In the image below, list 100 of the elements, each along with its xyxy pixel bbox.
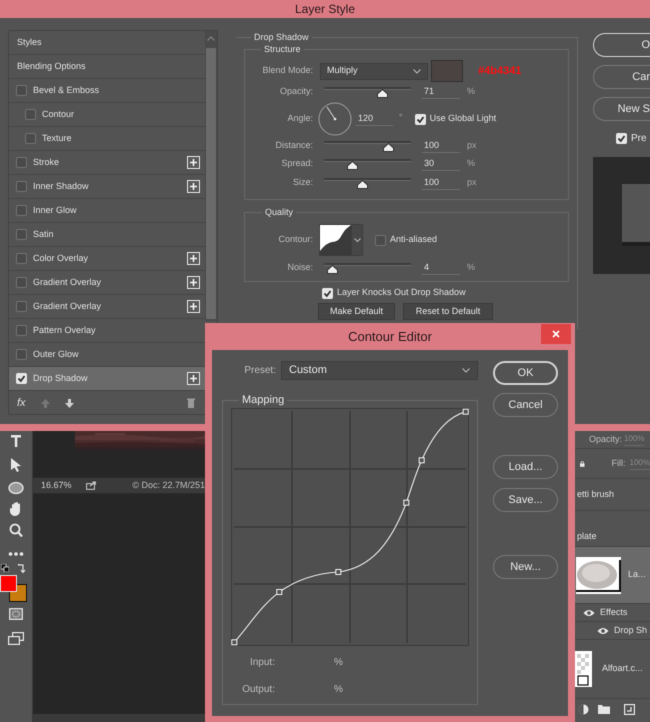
checkbox[interactable]: [16, 157, 27, 168]
checkbox[interactable]: [375, 234, 386, 246]
button[interactable]: Reset to Default: [403, 303, 493, 320]
layer-thumbnail: [575, 651, 592, 687]
style-label: Pattern Overlay: [33, 324, 96, 337]
style-item[interactable]: Drop Shadow: [9, 367, 206, 391]
folder-icon[interactable]: [598, 704, 610, 714]
checkbox[interactable]: [16, 325, 27, 336]
add-icon[interactable]: [187, 372, 200, 385]
style-label: Styles: [17, 36, 42, 49]
style-label: Stroke: [33, 156, 60, 169]
add-icon[interactable]: [187, 276, 200, 289]
dialog-button[interactable]: Load...: [493, 455, 558, 479]
slider[interactable]: [324, 85, 411, 99]
add-icon[interactable]: [187, 252, 200, 265]
slider[interactable]: [324, 139, 411, 153]
type-tool-icon[interactable]: [9, 434, 23, 448]
field-label: Size:: [292, 176, 313, 190]
dialog-button[interactable]: Cancel: [493, 393, 558, 417]
layer-name: plate: [577, 530, 597, 543]
dialog-button[interactable]: New S: [593, 97, 650, 121]
field-label: Spread:: [280, 157, 313, 170]
unit-label: °: [399, 111, 403, 124]
checkbox[interactable]: [16, 229, 27, 240]
slider[interactable]: [324, 157, 411, 171]
value-field[interactable]: 100: [422, 176, 460, 190]
checkbox[interactable]: [16, 181, 27, 192]
field-label: Blend Mode:: [261, 64, 313, 78]
unit-label: %: [467, 157, 476, 170]
adjustment-icon[interactable]: [578, 704, 589, 714]
add-icon[interactable]: [187, 300, 200, 313]
dialog-button[interactable]: New...: [493, 555, 558, 579]
close-icon[interactable]: [552, 330, 560, 338]
layer-row[interactable]: La...: [575, 547, 650, 604]
slider[interactable]: [324, 176, 411, 190]
checkbox[interactable]: [16, 253, 27, 264]
checkbox[interactable]: [16, 301, 27, 312]
shadow-color-swatch[interactable]: [431, 60, 463, 82]
default-colors-icon[interactable]: [0, 564, 8, 572]
value-field[interactable]: 71: [422, 85, 460, 99]
hand-icon[interactable]: [9, 501, 23, 517]
share-icon[interactable]: [86, 481, 96, 490]
new-layer-icon[interactable]: [624, 704, 635, 714]
screen-mode-icon[interactable]: [8, 632, 24, 645]
style-label: Bevel & Emboss: [33, 84, 100, 97]
field-label: Input:: [248, 656, 275, 670]
angle-dial[interactable]: [318, 102, 352, 136]
blend-mode-dropdown[interactable]: Multiply: [320, 62, 428, 80]
dialog-button[interactable]: Car: [593, 65, 650, 89]
dialog-button[interactable]: Save...: [493, 488, 558, 512]
unit-label: %: [334, 682, 343, 696]
style-label: Texture: [42, 132, 72, 145]
checkbox[interactable]: [16, 205, 27, 216]
checkbox-label: Anti-aliased: [390, 233, 438, 246]
checkbox-label: Use Global Light: [430, 112, 496, 126]
fx-button[interactable]: fx: [17, 394, 26, 412]
window-title: Layer Style: [294, 1, 356, 18]
swap-colors-icon[interactable]: [16, 564, 26, 573]
group-title: Structure: [261, 43, 304, 55]
quick-mask-icon[interactable]: [9, 608, 23, 620]
add-icon[interactable]: [187, 180, 200, 193]
contour-picker[interactable]: [319, 224, 363, 256]
pointer-icon[interactable]: [9, 457, 23, 473]
checkbox[interactable]: [16, 85, 27, 96]
eye-icon[interactable]: [597, 626, 609, 634]
lock-icon[interactable]: [580, 458, 585, 468]
checkbox[interactable]: [25, 109, 36, 120]
value-field[interactable]: 30: [422, 157, 460, 171]
unit-label: %: [467, 261, 476, 274]
zoom-icon[interactable]: [9, 523, 23, 538]
scrollbar[interactable]: [33, 714, 205, 722]
color-code-note: #4b4341: [478, 64, 522, 79]
scrollbar[interactable]: [205, 31, 217, 321]
unit-label: %: [467, 85, 476, 98]
chevron-icon[interactable]: [354, 238, 360, 242]
dialog-button[interactable]: OK: [493, 361, 558, 385]
add-icon[interactable]: [187, 156, 200, 169]
color-swatches-icon[interactable]: [0, 574, 26, 602]
checkbox[interactable]: [25, 133, 36, 144]
value-field[interactable]: 100: [422, 139, 460, 153]
slider[interactable]: [324, 261, 411, 275]
group-title: Quality: [262, 206, 296, 218]
trash-icon[interactable]: [186, 398, 195, 408]
preset-dropdown[interactable]: Custom: [281, 361, 478, 380]
chevron-icon[interactable]: [413, 68, 421, 74]
dialog-button[interactable]: O: [593, 33, 650, 57]
button[interactable]: Make Default: [318, 303, 395, 320]
more-tools-icon[interactable]: [8, 552, 24, 556]
style-label: Color Overlay: [33, 252, 88, 265]
close-button[interactable]: [541, 324, 571, 344]
checkbox[interactable]: [16, 349, 27, 360]
eye-icon[interactable]: [583, 608, 595, 616]
chevron-icon[interactable]: [462, 368, 470, 373]
value-field[interactable]: 4: [422, 261, 460, 275]
field-label: Output:: [241, 682, 275, 696]
scroll-up-icon[interactable]: [207, 36, 215, 41]
down-arrow-icon[interactable]: [64, 398, 74, 408]
ellipse-tool-icon[interactable]: [8, 481, 24, 495]
checkbox[interactable]: [16, 277, 27, 288]
value-field[interactable]: 120: [356, 112, 393, 126]
